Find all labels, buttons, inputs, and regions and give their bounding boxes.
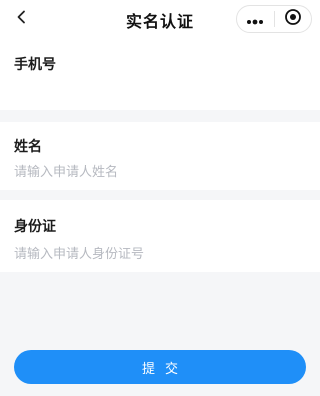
id-number-label: 身份证: [14, 219, 56, 235]
nav-bar: 实名认证: [0, 0, 320, 38]
id-number-input[interactable]: [14, 244, 304, 264]
miniprogram-capsule: [236, 5, 312, 33]
more-dots-icon: [246, 10, 264, 29]
phone-label: 手机号: [14, 57, 56, 73]
name-label: 姓名: [14, 139, 42, 155]
more-button[interactable]: [237, 6, 274, 32]
phone-input[interactable]: [14, 82, 304, 102]
submit-button[interactable]: 提交: [14, 350, 306, 384]
id-number-section: 身份证: [0, 200, 320, 272]
name-input[interactable]: [14, 162, 304, 182]
phone-section: 手机号: [0, 38, 320, 110]
close-miniprogram-button[interactable]: [274, 6, 311, 32]
realname-auth-page: 实名认证 手机号 姓名 请输入申请人姓名 身份证 请输入申请人身份证号 提交: [0, 0, 320, 396]
name-section: 姓名: [0, 122, 320, 190]
target-circle-icon: [284, 8, 302, 30]
